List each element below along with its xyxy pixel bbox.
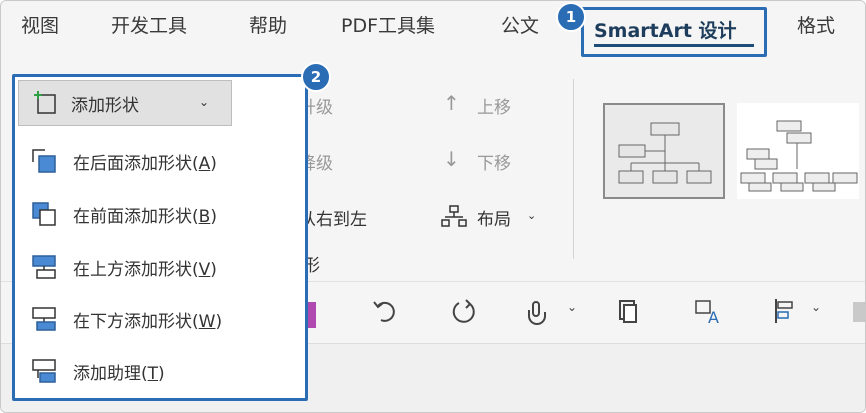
menu-item-accesskey: W	[198, 311, 216, 332]
add-shape-icon	[34, 91, 56, 114]
add-shape-button[interactable]: 添加形状 ⌄	[18, 80, 232, 126]
menu-item-label: 在上方添加形状	[73, 259, 192, 280]
layout-hierarchy-icon	[441, 205, 467, 227]
move-up-arrow-icon: ↑	[443, 91, 460, 115]
menu-item-accesskey: T	[147, 363, 159, 384]
callout-badge-2: 2	[301, 62, 331, 92]
add-assistant-icon	[32, 359, 56, 383]
layout-gallery	[599, 99, 865, 207]
add-shape-below-icon	[32, 307, 56, 331]
redo-icon[interactable]	[449, 296, 479, 326]
add-shape-button-label: 添加形状	[71, 95, 139, 116]
menu-item-add-shape-above[interactable]: 在上方添加形状(V)	[31, 247, 291, 287]
menu-item-add-assistant[interactable]: 添加助理(T)	[31, 351, 291, 391]
add-shape-before-icon	[32, 202, 56, 226]
layout-button[interactable]: 布局	[477, 205, 511, 230]
text-box-icon[interactable]: A	[693, 296, 723, 326]
document-copy-icon[interactable]	[613, 296, 643, 326]
tab-help[interactable]: 帮助	[249, 11, 287, 38]
move-down-arrow-icon: ↓	[443, 147, 460, 171]
right-to-left-button[interactable]: 从右到左	[299, 205, 367, 230]
menu-item-accesskey: V	[198, 259, 211, 280]
chevron-down-icon: ⌄	[198, 95, 209, 109]
tab-pdf-tools[interactable]: PDF工具集	[341, 11, 435, 38]
menu-item-accesskey: B	[198, 206, 211, 227]
tab-format[interactable]: 格式	[797, 11, 835, 38]
align-left-icon[interactable]	[771, 296, 801, 326]
menu-item-accesskey: A	[198, 153, 211, 174]
menu-item-add-shape-before[interactable]: 在前面添加形状(B)	[31, 194, 291, 234]
app-window: 视图 开发工具 帮助 PDF工具集 公文 SmartArt 设计 格式 1 ← …	[0, 0, 866, 413]
callout-badge-1: 1	[556, 2, 586, 32]
touch-mode-icon[interactable]	[523, 296, 553, 326]
add-shape-after-icon	[32, 149, 56, 173]
menu-item-label: 在下方添加形状	[73, 311, 192, 332]
layout-chevron-down-icon: ⌄	[527, 209, 537, 222]
layout-thumbnail-hierarchy-alt[interactable]	[737, 103, 859, 199]
undo-icon[interactable]	[369, 296, 399, 326]
move-down-button[interactable]: 下移	[477, 149, 511, 174]
ribbon-tab-bar: 视图 开发工具 帮助 PDF工具集 公文 SmartArt 设计 格式 1	[1, 1, 865, 59]
menu-item-add-shape-after[interactable]: 在后面添加形状(A)	[31, 141, 291, 181]
tab-smartart-design-label: SmartArt 设计	[594, 20, 737, 42]
tab-view[interactable]: 视图	[21, 11, 59, 38]
org-chart-alt-icon	[740, 120, 858, 192]
menu-item-label: 添加助理	[73, 363, 141, 384]
active-tab-underline	[594, 44, 754, 47]
org-chart-icon	[618, 122, 712, 184]
move-up-button[interactable]: 上移	[477, 93, 511, 118]
layout-thumbnail-hierarchy-selected[interactable]	[603, 103, 725, 199]
tab-official[interactable]: 公文	[501, 11, 539, 38]
add-shape-above-icon	[32, 255, 56, 279]
align-chevron-down-icon[interactable]: ⌄	[811, 300, 821, 314]
tab-developer[interactable]: 开发工具	[111, 11, 187, 38]
menu-item-label: 在前面添加形状	[73, 206, 192, 227]
toolbar-overflow-icon[interactable]	[853, 302, 865, 322]
ribbon-group-divider	[573, 79, 574, 259]
menu-item-add-shape-below[interactable]: 在下方添加形状(W)	[31, 299, 291, 339]
menu-item-label: 在后面添加形状	[73, 153, 192, 174]
tab-smartart-design[interactable]: SmartArt 设计	[581, 7, 767, 57]
svg-text:A: A	[708, 308, 719, 326]
touch-mode-chevron-down-icon[interactable]: ⌄	[567, 300, 577, 314]
